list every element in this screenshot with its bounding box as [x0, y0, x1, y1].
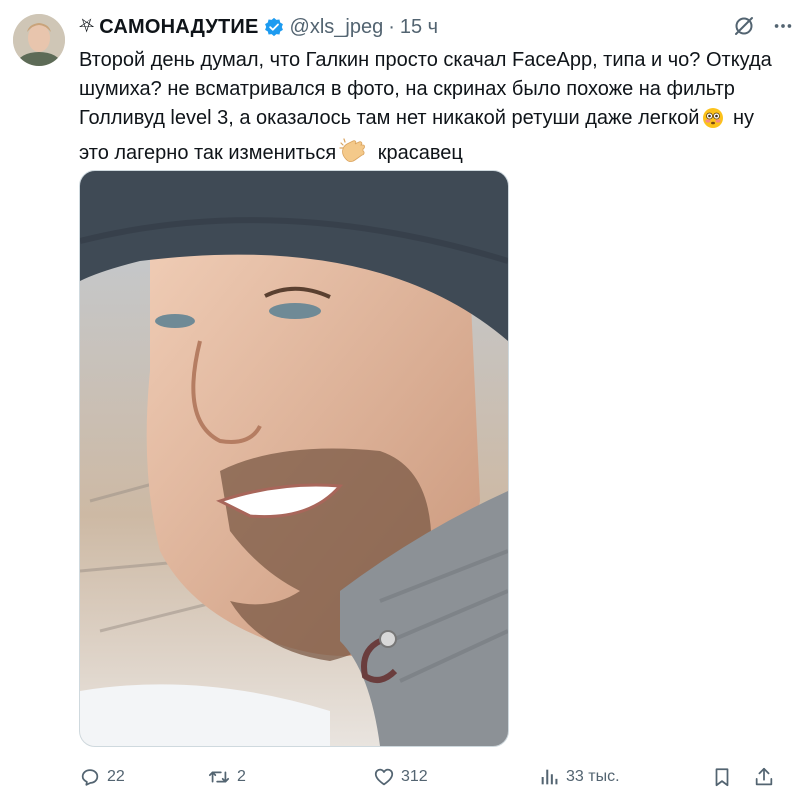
header-actions [732, 14, 794, 43]
timestamp[interactable]: 15 ч [400, 16, 438, 39]
tweet-text-part3: красавец [372, 142, 463, 164]
repost-button[interactable]: 2 [207, 766, 373, 788]
author-avatar[interactable] [13, 14, 65, 66]
tweet-text: Второй день думал, что Галкин просто ска… [79, 46, 779, 173]
views-button[interactable]: 33 тыс. [538, 766, 693, 788]
views-chart-icon [538, 766, 560, 788]
views-count: 33 тыс. [566, 768, 620, 785]
reply-button[interactable]: 22 [79, 766, 207, 788]
share-button[interactable] [753, 766, 775, 788]
grok-icon[interactable] [732, 14, 756, 43]
reply-count: 22 [107, 768, 125, 785]
name-symbol: ⛧ [79, 16, 95, 37]
more-options-icon[interactable] [772, 15, 794, 42]
like-count: 312 [401, 768, 428, 785]
repost-count: 2 [237, 768, 246, 785]
tweet-photo[interactable] [79, 170, 509, 747]
display-name[interactable]: САМОНАДУТИЕ [99, 16, 258, 39]
separator-dot: · [388, 15, 395, 38]
bookmark-button[interactable] [711, 766, 733, 788]
user-handle[interactable]: @xls_jpeg [290, 16, 384, 39]
like-button[interactable]: 312 [373, 766, 538, 788]
flushed-face-icon [702, 107, 724, 138]
tweet-header: ⛧ САМОНАДУТИЕ @xls_jpeg · 15 ч [79, 15, 706, 39]
reply-icon [79, 766, 101, 788]
verified-badge-icon [264, 17, 284, 37]
heart-icon [373, 766, 395, 788]
tweet-text-part1: Второй день думал, что Галкин просто ска… [79, 49, 778, 129]
bookmark-icon [711, 766, 733, 788]
tweet-actions: 22 2 312 33 тыс. [79, 764, 796, 790]
repost-icon [207, 766, 231, 788]
share-icon [753, 766, 775, 788]
clapping-hands-icon [339, 138, 369, 173]
